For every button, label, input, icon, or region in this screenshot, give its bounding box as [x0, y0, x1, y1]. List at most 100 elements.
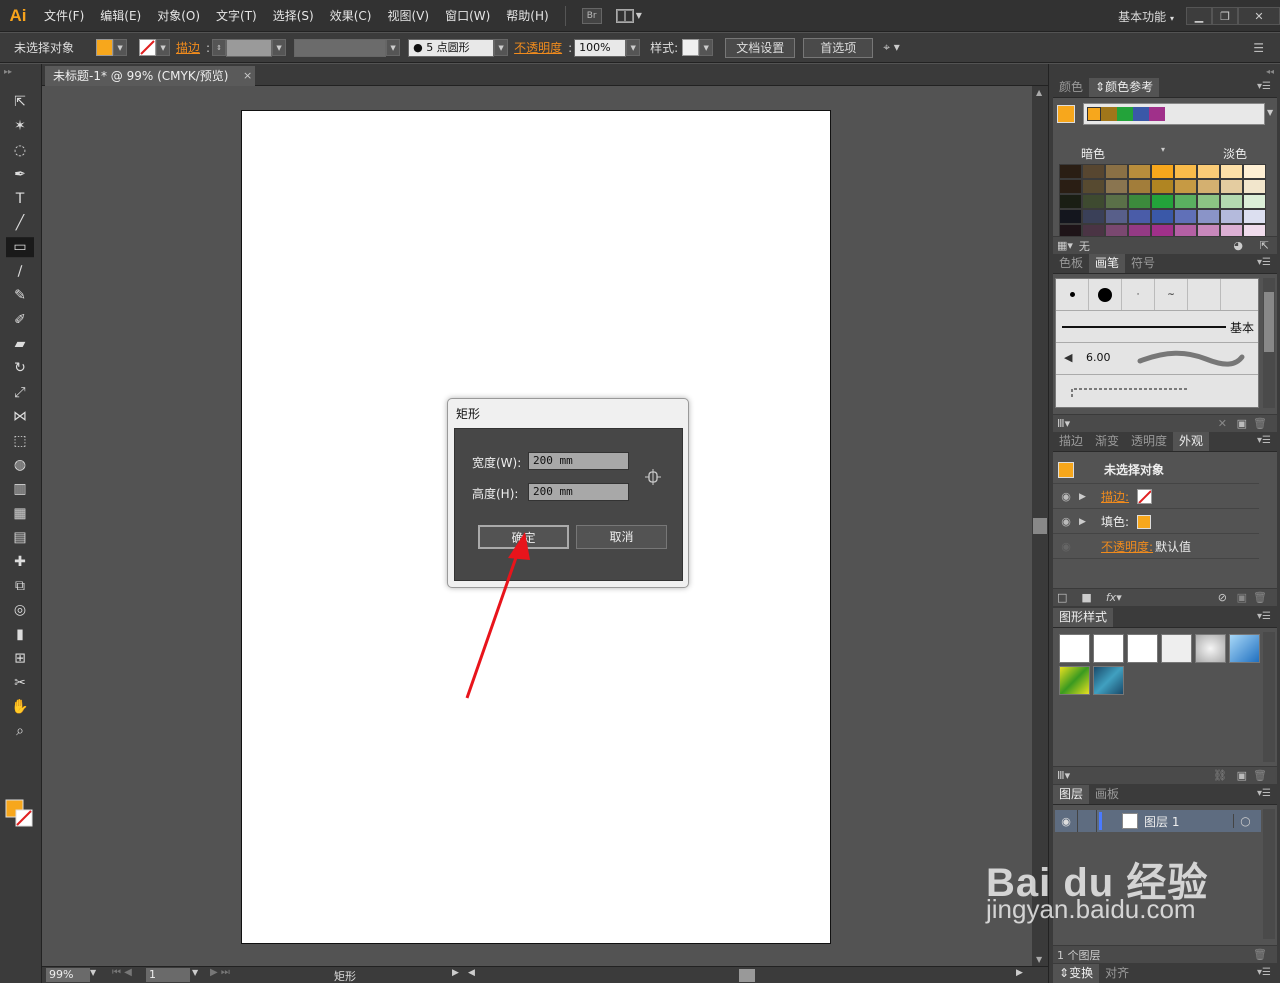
edit-colors-icon[interactable]: ◕	[1233, 239, 1243, 252]
style-default[interactable]	[1059, 634, 1090, 663]
eyedropper-tool-icon[interactable]: ✚	[14, 554, 26, 570]
color-variation-swatch[interactable]	[1174, 209, 1197, 224]
stroke-swatch[interactable]	[139, 39, 157, 56]
add-stroke-icon[interactable]: □	[1057, 591, 1067, 604]
free-transform-tool-icon[interactable]: ⬚	[13, 433, 26, 449]
expand-triangle-icon[interactable]: ▶	[1079, 517, 1093, 527]
bridge-button[interactable]: Br	[581, 7, 602, 24]
color-variation-swatch[interactable]	[1220, 164, 1243, 179]
style-yellow-pattern[interactable]	[1059, 666, 1090, 695]
color-variation-swatch[interactable]	[1243, 164, 1266, 179]
fill-swatch[interactable]	[96, 39, 114, 56]
color-variation-swatch[interactable]	[1174, 164, 1197, 179]
scroll-right-icon[interactable]: ▶	[1016, 968, 1023, 978]
layer-name[interactable]: 图层 1	[1144, 813, 1179, 830]
color-variation-swatch[interactable]	[1197, 209, 1220, 224]
workspace-switcher[interactable]: 基本功能 ▾	[1118, 8, 1174, 25]
remove-stroke-icon[interactable]: ✕	[1218, 417, 1227, 430]
ok-button[interactable]: 确定	[478, 525, 569, 549]
gradient-tool-icon[interactable]: ▤	[13, 530, 26, 546]
rotate-tool-icon[interactable]: ↻	[14, 360, 26, 376]
perspective-grid-tool-icon[interactable]: ▥	[13, 481, 26, 497]
style-no-stroke[interactable]	[1093, 634, 1124, 663]
style-blue[interactable]	[1229, 634, 1260, 663]
color-variation-swatch[interactable]	[1128, 164, 1151, 179]
tab-appearance[interactable]: 外观	[1173, 432, 1210, 451]
scroll-thumb[interactable]	[1033, 518, 1047, 534]
style-dropdown[interactable]: ▼	[699, 39, 714, 56]
save-group-icon[interactable]: ⇱	[1260, 239, 1269, 252]
color-variation-swatch[interactable]	[1151, 194, 1174, 209]
control-panel-menu-icon[interactable]: ☰	[1253, 41, 1264, 55]
lasso-tool-icon[interactable]: ◌	[14, 142, 26, 158]
close-icon[interactable]: ×	[243, 66, 252, 86]
opacity-field[interactable]: 100%	[574, 38, 627, 57]
dock-collapse-icon[interactable]: ◂◂	[1266, 67, 1274, 76]
color-variation-swatch[interactable]	[1082, 194, 1105, 209]
shape-builder-tool-icon[interactable]: ◍	[14, 457, 26, 473]
tab-transform[interactable]: ⇕变换	[1053, 964, 1100, 983]
variable-width-profile[interactable]	[294, 38, 387, 57]
vertical-scrollbar[interactable]: ▲ ▼	[1032, 86, 1048, 966]
horizontal-scroll-thumb[interactable]	[739, 969, 755, 982]
tab-brushes[interactable]: 画笔	[1089, 254, 1126, 273]
menu-help[interactable]: 帮助(H)	[498, 0, 556, 32]
zoom-dropdown[interactable]: ▼	[90, 968, 96, 977]
eraser-tool-icon[interactable]: ▰	[15, 336, 26, 352]
cancel-button[interactable]: 取消	[576, 525, 667, 549]
visibility-eye-icon[interactable]: ◉	[1053, 515, 1079, 528]
menu-select[interactable]: 选择(S)	[265, 0, 322, 32]
menu-effect[interactable]: 效果(C)	[322, 0, 380, 32]
brush-list[interactable]: · ~ 基本 ◀ 6.00	[1055, 278, 1259, 408]
first-page-icon[interactable]: ⏮ ◀	[112, 967, 132, 978]
mesh-tool-icon[interactable]: ▦	[13, 505, 26, 521]
minimize-button[interactable]: ▁	[1186, 7, 1212, 25]
delete-brush-icon[interactable]: 🗑	[1253, 417, 1267, 430]
new-brush-icon[interactable]: ▣	[1237, 417, 1247, 430]
page-field[interactable]: 1	[146, 968, 190, 982]
no-stroke-icon[interactable]	[1137, 489, 1153, 504]
layer-row[interactable]: ◉ 图层 1 ○	[1055, 810, 1261, 832]
variation-dropdown[interactable]: ▾	[1161, 145, 1165, 154]
collapse-icon[interactable]: ▸▸	[4, 67, 12, 76]
restore-button[interactable]: ❐	[1212, 7, 1238, 25]
color-variation-swatch[interactable]	[1174, 179, 1197, 194]
color-variation-swatch[interactable]	[1197, 164, 1220, 179]
tab-swatches[interactable]: 色板	[1053, 254, 1090, 273]
menu-edit[interactable]: 编辑(E)	[92, 0, 149, 32]
brush-library-icon[interactable]: Ⅲ▾	[1057, 417, 1070, 430]
color-variation-swatch[interactable]	[1220, 209, 1243, 224]
clear-appearance-icon[interactable]: ⊘	[1218, 591, 1227, 604]
color-variation-swatch[interactable]	[1197, 194, 1220, 209]
scroll-left-icon[interactable]: ◀	[468, 968, 475, 978]
document-setup-button[interactable]: 文档设置	[725, 37, 796, 58]
pencil-tool-icon[interactable]: ✎	[14, 288, 26, 304]
color-variation-swatch[interactable]	[1059, 179, 1082, 194]
tab-layers[interactable]: 图层	[1053, 785, 1090, 804]
panel-menu-icon[interactable]: ▾☰	[1257, 967, 1271, 978]
lock-toggle[interactable]	[1077, 810, 1097, 832]
color-variation-swatch[interactable]	[1105, 179, 1128, 194]
menu-window[interactable]: 窗口(W)	[437, 0, 498, 32]
color-variation-swatch[interactable]	[1105, 164, 1128, 179]
brush-list-scrollbar[interactable]	[1263, 278, 1275, 408]
swatch-library-icon[interactable]: ▦▾	[1057, 239, 1073, 252]
style-swatch[interactable]	[682, 39, 700, 56]
color-variation-swatch[interactable]	[1059, 164, 1082, 179]
blend-tool-icon[interactable]: ⧉	[15, 578, 25, 594]
tab-align[interactable]: 对齐	[1099, 964, 1136, 983]
color-variation-swatch[interactable]	[1082, 164, 1105, 179]
style-white[interactable]	[1127, 634, 1158, 663]
layers-scrollbar[interactable]	[1263, 809, 1275, 939]
width-tool-icon[interactable]: ⋈	[13, 409, 27, 425]
opacity-row-label[interactable]: 不透明度:	[1101, 538, 1153, 555]
stroke-weight-stepper[interactable]: ⇕	[212, 39, 227, 56]
base-color-swatch[interactable]	[1057, 105, 1075, 123]
panel-menu-icon[interactable]: ▾☰	[1257, 435, 1271, 446]
style-soft[interactable]	[1195, 634, 1226, 663]
styles-scrollbar[interactable]	[1263, 632, 1275, 762]
selection-tool-icon[interactable]	[8, 76, 32, 98]
opacity-dropdown[interactable]: ▼	[626, 39, 641, 56]
last-page-icon[interactable]: ▶ ⏭	[210, 967, 230, 978]
color-variation-swatch[interactable]	[1082, 179, 1105, 194]
